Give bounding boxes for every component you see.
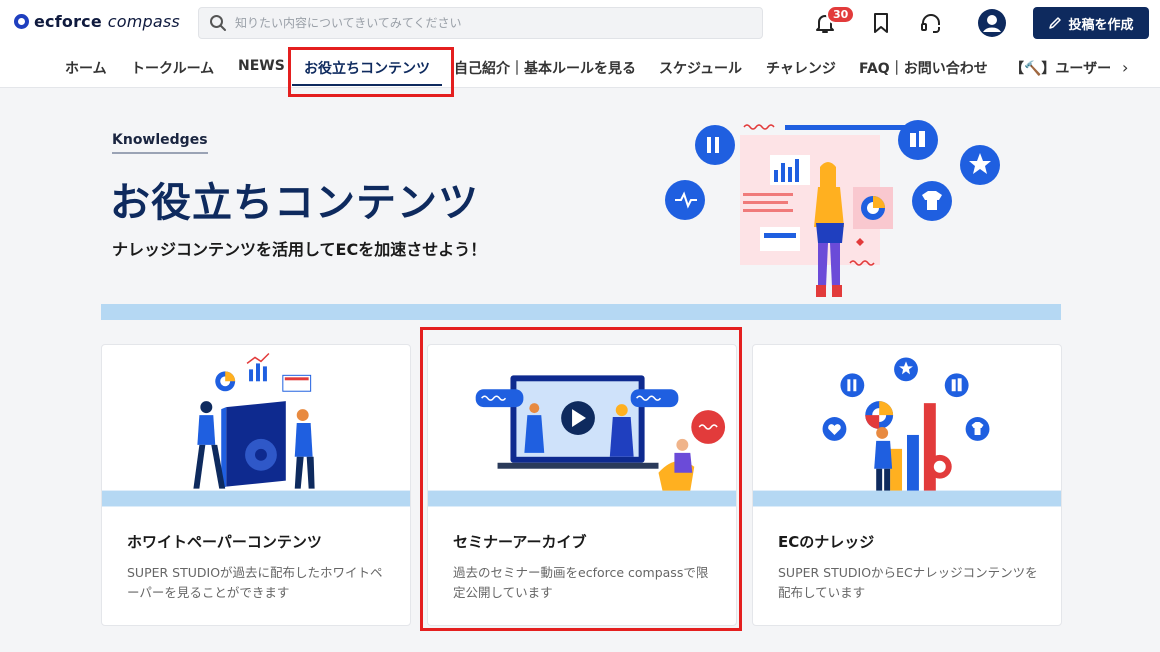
logo-ring-icon: [14, 14, 29, 29]
nav-scroll-right-icon[interactable]: ›: [1122, 58, 1128, 77]
logo-text-bold: ecforce: [34, 12, 102, 31]
card-ec-knowledge[interactable]: ECのナレッジ SUPER STUDIOからECナレッジコンテンツを配布していま…: [752, 344, 1062, 626]
nav-item-schedule[interactable]: スケジュール: [659, 58, 742, 78]
create-post-label: 投稿を作成: [1068, 17, 1134, 33]
active-tab-underline: [292, 84, 442, 86]
nav-item-news[interactable]: NEWS: [238, 58, 285, 74]
bookmark-icon: [874, 13, 888, 33]
bookmark-button[interactable]: [866, 8, 896, 38]
card-title: ホワイトペーパーコンテンツ: [127, 533, 322, 551]
section-eyebrow: Knowledges: [112, 132, 208, 154]
nav-item-talkroom[interactable]: トークルーム: [131, 58, 214, 78]
ecforce-compass-logo[interactable]: ecforce compass: [14, 12, 180, 31]
card-description: 過去のセミナー動画をecforce compassで限定公開しています: [453, 565, 709, 600]
logo-text-light: compass: [107, 12, 180, 31]
page-subtitle: ナレッジコンテンツを活用してECを加速させよう！: [112, 240, 487, 259]
headset-icon: [921, 14, 940, 33]
user-avatar-button[interactable]: [977, 8, 1007, 38]
whitepaper-illustration: [102, 352, 410, 507]
search-input[interactable]: [235, 16, 735, 30]
nav-item-home[interactable]: ホーム: [65, 58, 107, 78]
page-title: お役立ちコンテンツ: [110, 180, 479, 226]
ec-knowledge-illustration: [753, 357, 1061, 507]
card-title: ECのナレッジ: [778, 533, 875, 551]
card-description: SUPER STUDIOが過去に配布したホワイトペーパーを見ることができます: [127, 565, 383, 600]
card-title: セミナーアーカイブ: [453, 533, 587, 551]
avatar-icon: [978, 9, 1006, 37]
search-bar[interactable]: [198, 7, 763, 39]
card-whitepaper[interactable]: ホワイトペーパーコンテンツ SUPER STUDIOが過去に配布したホワイトペー…: [101, 344, 411, 626]
nav-item-challenge[interactable]: チャレンジ: [766, 58, 836, 78]
nav-item-user[interactable]: 【🔨】ユーザー: [1010, 58, 1114, 78]
hero-divider-band: [101, 304, 1061, 320]
search-icon: [210, 15, 226, 31]
nav-item-faq-contact[interactable]: FAQ｜お問い合わせ: [859, 58, 988, 78]
hero-illustration: [665, 120, 1000, 297]
pencil-icon: [1049, 17, 1062, 29]
nav-item-useful-content[interactable]: お役立ちコンテンツ: [304, 58, 430, 78]
seminar-illustration: [428, 375, 736, 507]
support-button[interactable]: [916, 8, 946, 38]
nav-item-self-intro-rules[interactable]: 自己紹介｜基本ルールを見る: [454, 58, 636, 78]
notification-count-badge: 30: [826, 5, 856, 24]
top-header: ecforce compass 30 投稿を作成 ホーム トークルーム NEWS…: [0, 0, 1160, 88]
card-seminar-archive[interactable]: セミナーアーカイブ 過去のセミナー動画をecforce compassで限定公開…: [427, 344, 737, 626]
card-description: SUPER STUDIOからECナレッジコンテンツを配布しています: [778, 565, 1038, 600]
main-nav: ホーム トークルーム NEWS お役立ちコンテンツ 自己紹介｜基本ルールを見る …: [0, 48, 1160, 88]
create-post-button[interactable]: 投稿を作成: [1033, 7, 1149, 39]
